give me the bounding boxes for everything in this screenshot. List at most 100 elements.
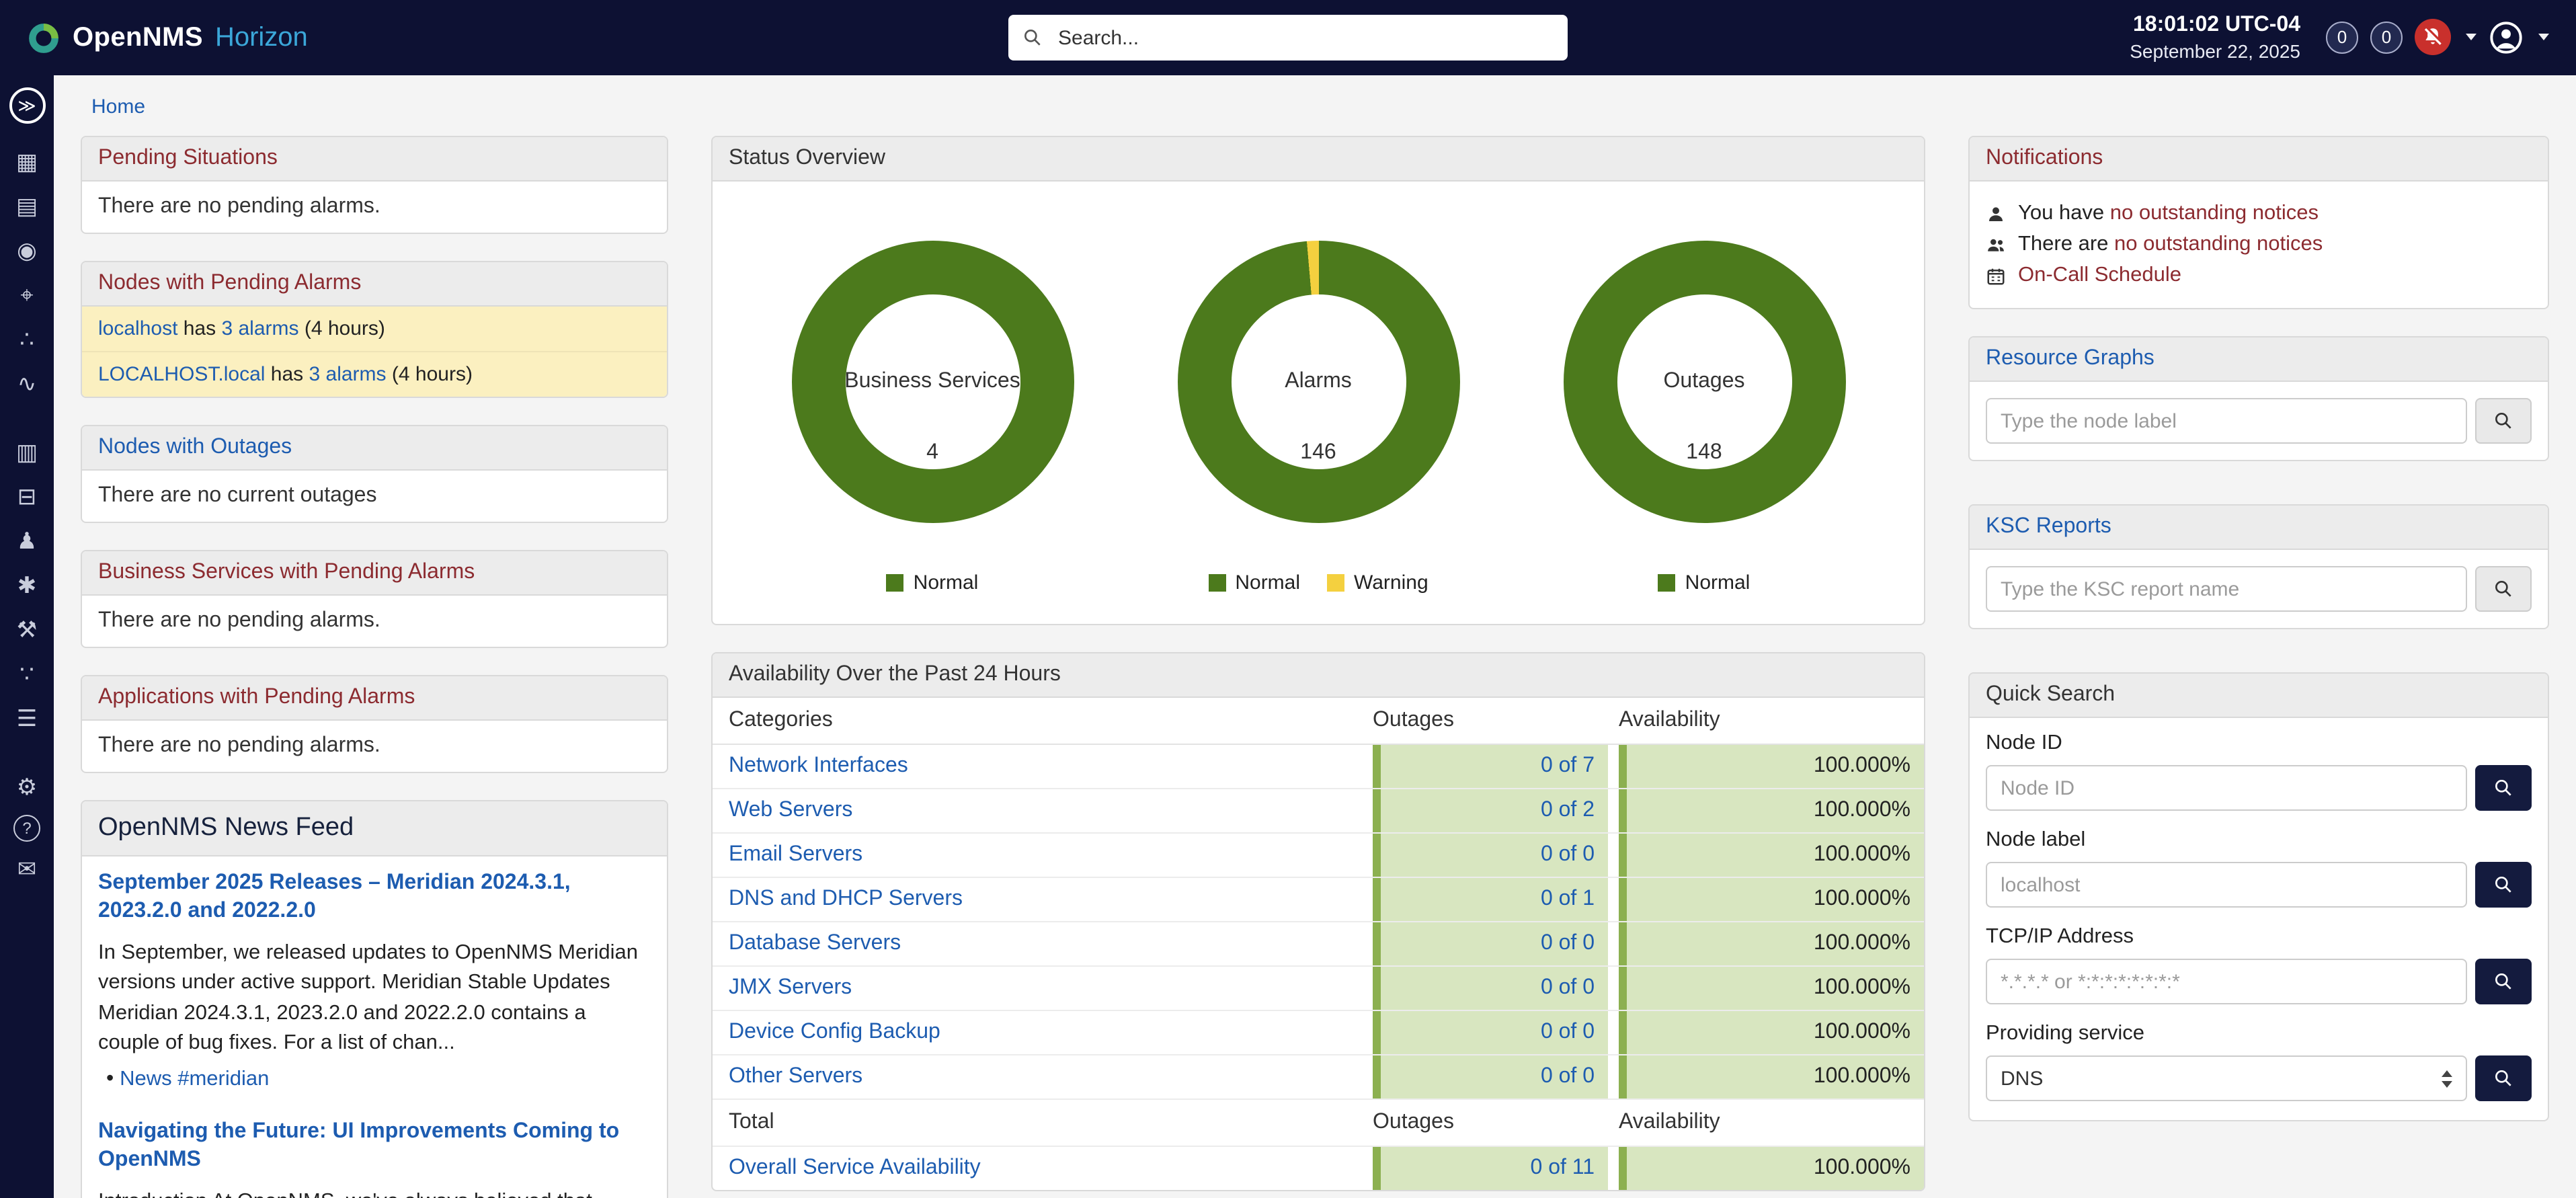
node-id-input[interactable] [1986,765,2467,811]
availability-cell: 100.000% [1619,1147,1924,1190]
ip-address-input[interactable] [1986,959,2467,1004]
sidebar-item-feedback[interactable]: ✉ [10,852,44,886]
service-search-button[interactable] [2475,1055,2532,1101]
search-input[interactable] [1055,25,1554,50]
sidebar-item-dashboard[interactable]: ▦ [10,145,44,179]
list-icon: ☰ [17,705,38,732]
category-link[interactable]: JMX Servers [729,976,852,1000]
overall-availability-row: Overall Service Availability 0 of 11 100… [713,1147,1924,1190]
sidebar-item-configuration[interactable]: ⚒ [10,613,44,647]
alarm-count-badge[interactable]: 0 [2326,22,2358,54]
business-services-panel: Business Services with Pending Alarms Th… [81,550,668,648]
user-notices-link[interactable]: no outstanding notices [2110,202,2319,225]
chart-legend: Normal Warning [1208,571,1428,594]
category-link[interactable]: Device Config Backup [729,1021,940,1045]
outage-count-link[interactable]: 0 of 0 [1541,1021,1595,1045]
node-label-search-button[interactable] [2475,862,2532,908]
sidebar-item-topology[interactable]: ∴ [10,323,44,356]
category-link[interactable]: DNS and DHCP Servers [729,887,963,912]
sidebar-item-inventory[interactable]: ⊟ [10,480,44,514]
user-menu-button[interactable] [2489,20,2524,55]
resource-graphs-search-button[interactable] [2475,398,2532,444]
outage-count-link[interactable]: 0 of 11 [1531,1156,1595,1181]
panel-title-link[interactable]: Resource Graphs [1986,347,2155,370]
news-tag-link[interactable]: News #meridian [120,1068,269,1091]
eye-icon: ◉ [17,237,37,264]
alarms-donut[interactable]: Alarms 146 [1177,241,1459,523]
resource-graphs-search-input[interactable] [1986,398,2467,444]
dashboard-icon: ▦ [16,149,38,175]
breadcrumb-home-link[interactable]: Home [91,95,145,118]
donut-label: Outages [1664,370,1745,394]
outage-count-link[interactable]: 0 of 0 [1541,1065,1595,1089]
providing-service-group: Providing service DNS [1986,1022,2532,1101]
category-link[interactable]: Network Interfaces [729,754,908,778]
sidebar-item-rules[interactable]: ☰ [10,702,44,735]
outages-chart: Outages 148 Normal [1563,241,1845,594]
alarms-link[interactable]: 3 alarms [309,363,387,386]
sidebar-item-integrations[interactable]: ∵ [10,657,44,691]
sidebar-item-resource-graphs[interactable]: ∿ [10,367,44,401]
providing-service-select[interactable]: DNS [1986,1055,2467,1101]
sidebar-item-administration[interactable]: ⚙ [10,770,44,804]
outage-count-link[interactable]: 0 of 0 [1541,843,1595,867]
help-icon: ? [22,819,31,838]
calendar-icon [1986,266,2006,286]
donut-value: 146 [1300,441,1336,465]
node-id-search-button[interactable] [2475,765,2532,811]
table-row: Other Servers 0 of 0 100.000% [713,1055,1924,1100]
notice-count-badge[interactable]: 0 [2370,22,2403,54]
sidebar-item-maps[interactable]: ⌖ [10,278,44,312]
outage-count-link[interactable]: 0 of 1 [1541,887,1595,912]
node-link[interactable]: localhost [98,317,177,340]
ip-address-search-button[interactable] [2475,959,2532,1004]
sidebar-group-monitoring: ▦ ▤ ◉ ⌖ ∴ ∿ [10,145,44,411]
category-link[interactable]: Email Servers [729,843,862,867]
sidebar-item-users[interactable]: ♟ [10,524,44,558]
outage-count-link[interactable]: 0 of 2 [1541,799,1595,823]
outage-count-link[interactable]: 0 of 0 [1541,932,1595,956]
brand-logo[interactable]: OpenNMS Horizon [27,21,308,54]
outages-cell: 0 of 0 [1373,967,1608,1010]
category-link[interactable]: Web Servers [729,799,852,823]
search-icon [2493,578,2514,600]
node-link[interactable]: LOCALHOST.local [98,363,265,386]
table-row: Network Interfaces 0 of 7 100.000% [713,745,1924,789]
all-notices-link[interactable]: no outstanding notices [2114,233,2323,255]
map-marker-icon: ⌖ [20,282,33,309]
node-label-input[interactable] [1986,862,2467,908]
outages-cell: 0 of 0 [1373,1011,1608,1054]
empty-message: There are no pending alarms. [82,596,667,647]
ksc-report-search-input[interactable] [1986,566,2467,612]
donut-value: 4 [926,441,938,465]
sidebar-item-plugins[interactable]: ✱ [10,569,44,602]
availability-panel: Availability Over the Past 24 Hours Cate… [711,652,1925,1191]
overall-availability-link[interactable]: Overall Service Availability [729,1156,981,1181]
ksc-report-search-button[interactable] [2475,566,2532,612]
panel-title: Status Overview [713,137,1924,182]
donut-label: Business Services [844,370,1020,394]
sidebar-expand-button[interactable]: ≫ [9,87,45,124]
navbar-right: 18:01:02 UTC-04 September 22, 2025 0 0 [2130,11,2549,64]
sidebar-item-infrastructure[interactable]: ▤ [10,190,44,223]
on-call-schedule-link[interactable]: On-Call Schedule [2018,264,2181,286]
category-link[interactable]: Database Servers [729,932,901,956]
news-title-link[interactable]: September 2025 Releases – Meridian 2024.… [98,870,651,926]
outages-donut[interactable]: Outages 148 [1563,241,1845,523]
panel-title-link[interactable]: KSC Reports [1986,515,2111,538]
panel-title-link[interactable]: Nodes with Outages [98,436,292,458]
business-services-donut[interactable]: Business Services 4 [791,241,1074,523]
news-title-link[interactable]: Navigating the Future: UI Improvements C… [98,1119,651,1175]
alarms-link[interactable]: 3 alarms [221,317,298,340]
sidebar-item-reports[interactable]: ▥ [10,436,44,469]
outage-count-link[interactable]: 0 of 7 [1541,754,1595,778]
report-icon: ▥ [16,439,38,466]
donut-value: 148 [1686,441,1722,465]
notifications-off-button[interactable] [2415,19,2451,56]
category-link[interactable]: Other Servers [729,1065,862,1089]
ip-address-group: TCP/IP Address [1986,925,2532,1004]
panel-title: Quick Search [1970,674,2548,718]
sidebar-item-visualizations[interactable]: ◉ [10,234,44,268]
sidebar-item-help[interactable]: ? [13,815,40,842]
outage-count-link[interactable]: 0 of 0 [1541,976,1595,1000]
